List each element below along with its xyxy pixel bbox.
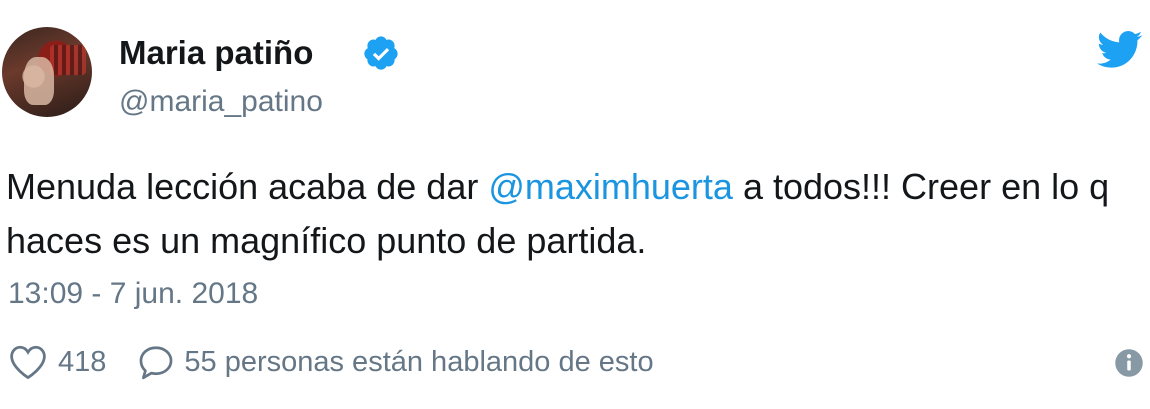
timestamp[interactable]: 13:09 - 7 jun. 2018 bbox=[8, 276, 258, 312]
tweet-text: Menuda lección acaba de dar @maximhuerta… bbox=[6, 160, 1126, 268]
speech-bubble-icon[interactable] bbox=[136, 343, 176, 381]
mention-link[interactable]: @maximhuerta bbox=[488, 166, 733, 207]
display-name[interactable]: Maria patiño bbox=[119, 33, 313, 73]
action-bar: 418 55 personas están hablando de esto bbox=[8, 342, 654, 382]
user-handle[interactable]: @maria_patino bbox=[119, 84, 323, 120]
avatar-background bbox=[50, 45, 86, 75]
heart-icon[interactable] bbox=[8, 344, 48, 380]
twitter-bird-icon[interactable] bbox=[1097, 30, 1143, 70]
verified-badge-icon bbox=[364, 36, 398, 70]
tweet-text-start: Menuda lección acaba de dar bbox=[6, 166, 489, 207]
conversation-label[interactable]: 55 personas están hablando de esto bbox=[184, 346, 653, 379]
avatar[interactable] bbox=[2, 27, 92, 117]
like-count: 418 bbox=[58, 345, 107, 378]
avatar-figure bbox=[24, 57, 54, 105]
tweet-card: Maria patiño @maria_patino Menuda lecció… bbox=[0, 0, 1150, 409]
info-icon[interactable] bbox=[1114, 348, 1144, 378]
